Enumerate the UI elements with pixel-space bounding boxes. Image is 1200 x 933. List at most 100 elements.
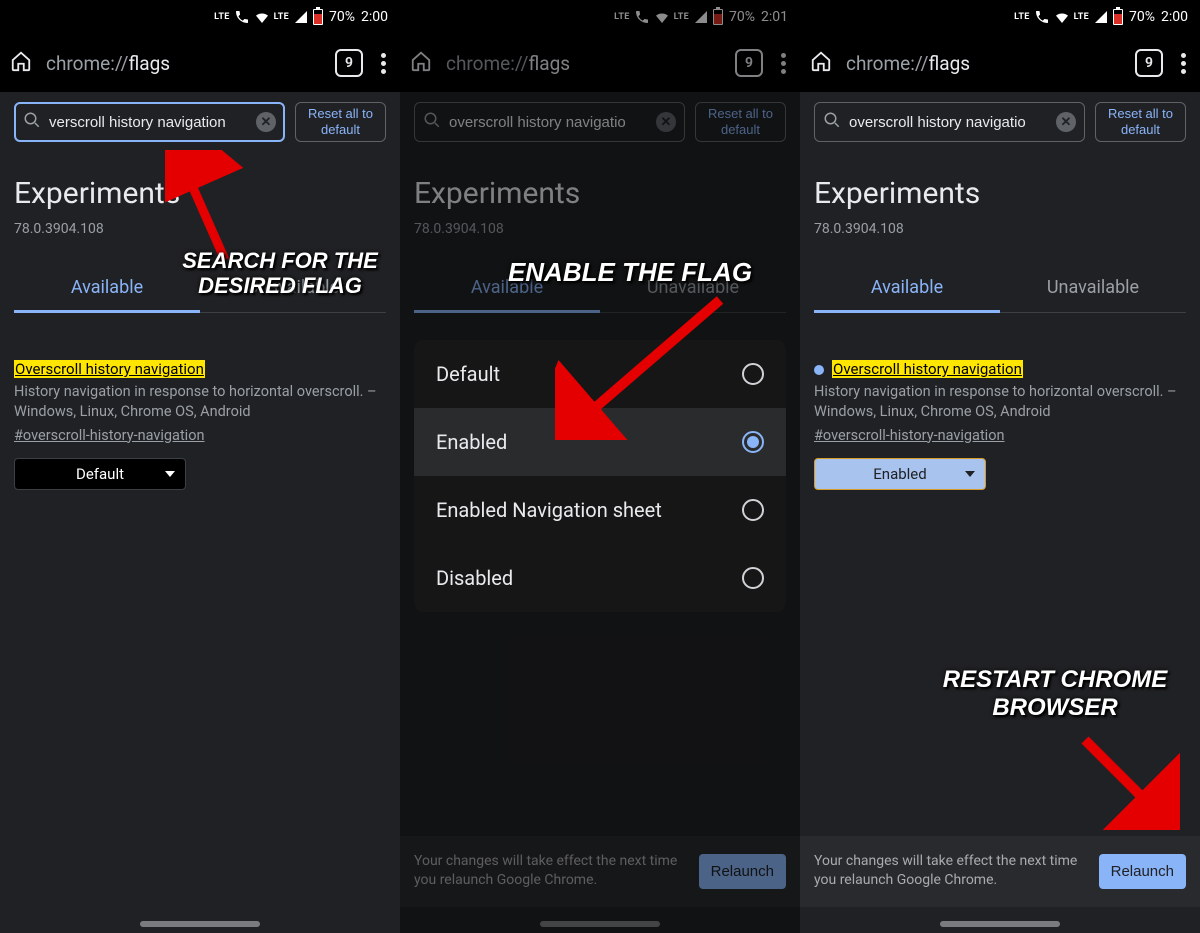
url-path: flags bbox=[128, 52, 170, 75]
lte-label-2: LTE bbox=[1074, 12, 1089, 22]
url-bar[interactable]: chrome://flags bbox=[446, 52, 721, 75]
home-icon[interactable] bbox=[810, 50, 832, 76]
version-label: 78.0.3904.108 bbox=[414, 221, 786, 237]
option-label: Default bbox=[436, 362, 500, 386]
relaunch-text: Your changes will take effect the next t… bbox=[814, 852, 1087, 891]
url-path: flags bbox=[928, 52, 970, 75]
lte-label: LTE bbox=[214, 12, 229, 22]
option-label: Enabled bbox=[436, 430, 507, 454]
radio-icon bbox=[742, 499, 764, 521]
tabs-button[interactable]: 9 bbox=[735, 49, 763, 77]
flag-title[interactable]: Overscroll history navigation bbox=[14, 360, 205, 378]
flag-select[interactable]: Enabled bbox=[814, 458, 986, 490]
status-bar: LTE LTE 70% 2:00 bbox=[800, 0, 1200, 34]
browser-toolbar: chrome://flags 9 bbox=[0, 34, 400, 92]
url-bar[interactable]: chrome://flags bbox=[46, 52, 321, 75]
tab-unavailable[interactable]: Unavailable bbox=[1000, 267, 1186, 312]
search-input[interactable] bbox=[49, 114, 248, 131]
flag-anchor-link[interactable]: #overscroll-history-navigation bbox=[14, 427, 205, 444]
flag-anchor-link[interactable]: #overscroll-history-navigation bbox=[814, 427, 1005, 444]
tabs: Available Unavailable bbox=[14, 267, 386, 313]
option-disabled[interactable]: Disabled bbox=[414, 544, 786, 612]
lte-label-2: LTE bbox=[274, 12, 289, 22]
search-input-wrap: ✕ bbox=[14, 102, 285, 142]
menu-icon[interactable] bbox=[1177, 49, 1190, 78]
android-nav-pill[interactable] bbox=[940, 921, 1060, 927]
clear-search-icon[interactable]: ✕ bbox=[1056, 112, 1076, 132]
battery-percent: 70% bbox=[329, 9, 355, 25]
tab-unavailable[interactable]: Unavailable bbox=[600, 267, 786, 312]
tab-available[interactable]: Available bbox=[814, 267, 1000, 312]
battery-percent: 70% bbox=[729, 9, 755, 25]
flag-description: History navigation in response to horizo… bbox=[814, 382, 1186, 423]
reset-all-button[interactable]: Reset all to default bbox=[295, 102, 386, 142]
browser-toolbar: chrome://flags 9 bbox=[800, 34, 1200, 92]
wifi-icon bbox=[254, 9, 270, 25]
screen-1: LTE LTE 70% 2:00 chrome://flags 9 bbox=[0, 0, 400, 933]
screen-2: LTE LTE 70% 2:01 chrome://flags 9 ✕ Rese… bbox=[400, 0, 800, 933]
reset-all-button[interactable]: Reset all to default bbox=[695, 102, 786, 142]
flag-description: History navigation in response to horizo… bbox=[14, 382, 386, 423]
clock: 2:01 bbox=[761, 9, 788, 25]
search-input[interactable] bbox=[449, 114, 648, 131]
calling-icon bbox=[1034, 9, 1050, 25]
android-nav-pill[interactable] bbox=[140, 921, 260, 927]
page-title: Experiments bbox=[414, 176, 786, 211]
tab-available[interactable]: Available bbox=[414, 267, 600, 312]
home-icon[interactable] bbox=[10, 50, 32, 76]
flag-select-value: Default bbox=[76, 465, 124, 483]
url-path: flags bbox=[528, 52, 570, 75]
option-label: Enabled Navigation sheet bbox=[436, 498, 662, 522]
url-prefix: chrome:// bbox=[46, 52, 128, 75]
calling-icon bbox=[634, 9, 650, 25]
screen-3: LTE LTE 70% 2:00 chrome://flags 9 ✕ Rese… bbox=[800, 0, 1200, 933]
relaunch-text: Your changes will take effect the next t… bbox=[414, 852, 687, 891]
tabs: Available Unavailable bbox=[814, 267, 1186, 313]
menu-icon[interactable] bbox=[777, 49, 790, 78]
flag-select[interactable]: Default bbox=[14, 458, 186, 490]
relaunch-button[interactable]: Relaunch bbox=[699, 854, 786, 889]
status-bar: LTE LTE 70% 2:01 bbox=[400, 0, 800, 34]
search-input[interactable] bbox=[849, 114, 1048, 131]
option-enabled-nav-sheet[interactable]: Enabled Navigation sheet bbox=[414, 476, 786, 544]
reset-all-button[interactable]: Reset all to default bbox=[1095, 102, 1186, 142]
flag-item: Overscroll history navigation History na… bbox=[14, 359, 386, 490]
search-icon bbox=[823, 111, 841, 133]
relaunch-button[interactable]: Relaunch bbox=[1099, 854, 1186, 889]
battery-icon bbox=[313, 9, 323, 25]
signal-icon bbox=[1093, 9, 1109, 25]
tab-unavailable[interactable]: Unavailable bbox=[200, 267, 386, 312]
menu-icon[interactable] bbox=[377, 49, 390, 78]
flags-page: ✕ Reset all to default Experiments 78.0.… bbox=[0, 92, 400, 933]
android-nav-pill[interactable] bbox=[540, 921, 660, 927]
radio-icon bbox=[742, 567, 764, 589]
lte-label-2: LTE bbox=[674, 12, 689, 22]
page-title: Experiments bbox=[814, 176, 1186, 211]
radio-icon bbox=[742, 431, 764, 453]
status-bar: LTE LTE 70% 2:00 bbox=[0, 0, 400, 34]
flag-select-value: Enabled bbox=[873, 465, 926, 483]
radio-icon bbox=[742, 363, 764, 385]
url-bar[interactable]: chrome://flags bbox=[846, 52, 1121, 75]
flag-title[interactable]: Overscroll history navigation bbox=[832, 360, 1023, 378]
search-input-wrap: ✕ bbox=[814, 102, 1085, 142]
tabs-button[interactable]: 9 bbox=[1135, 49, 1163, 77]
home-icon[interactable] bbox=[410, 50, 432, 76]
lte-label: LTE bbox=[614, 12, 629, 22]
chevron-down-icon bbox=[165, 471, 175, 477]
option-label: Disabled bbox=[436, 566, 513, 590]
page-title: Experiments bbox=[14, 176, 386, 211]
signal-icon bbox=[693, 9, 709, 25]
option-enabled[interactable]: Enabled bbox=[414, 408, 786, 476]
battery-icon bbox=[713, 9, 723, 25]
battery-percent: 70% bbox=[1129, 9, 1155, 25]
clear-search-icon[interactable]: ✕ bbox=[256, 112, 276, 132]
clear-search-icon[interactable]: ✕ bbox=[656, 112, 676, 132]
calling-icon bbox=[234, 9, 250, 25]
signal-icon bbox=[293, 9, 309, 25]
flag-item: Overscroll history navigation History na… bbox=[814, 359, 1186, 490]
tabs-button[interactable]: 9 bbox=[335, 49, 363, 77]
browser-toolbar: chrome://flags 9 bbox=[400, 34, 800, 92]
option-default[interactable]: Default bbox=[414, 340, 786, 408]
tab-available[interactable]: Available bbox=[14, 267, 200, 312]
